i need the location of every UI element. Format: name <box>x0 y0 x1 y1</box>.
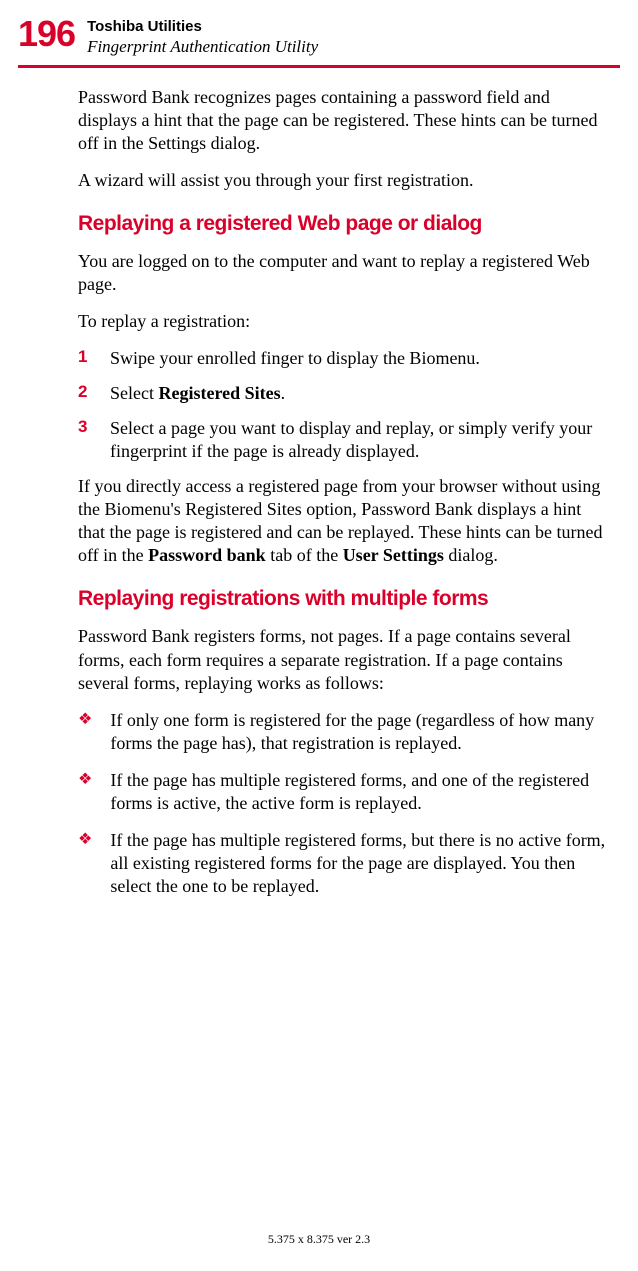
step-number: 1 <box>78 347 92 370</box>
step-item: 2 Select Registered Sites. <box>78 382 610 405</box>
bullet-item: ❖ If the page has multiple registered fo… <box>78 769 610 815</box>
chapter-title: Toshiba Utilities <box>87 18 318 35</box>
paragraph: To replay a registration: <box>78 310 610 333</box>
step-number: 3 <box>78 417 92 463</box>
section-subtitle: Fingerprint Authentication Utility <box>87 37 318 57</box>
page-header: 196 Toshiba Utilities Fingerprint Authen… <box>18 16 620 57</box>
step-item: 1 Swipe your enrolled finger to display … <box>78 347 610 370</box>
step-text: Swipe your enrolled finger to display th… <box>110 347 610 370</box>
step-item: 3 Select a page you want to display and … <box>78 417 610 463</box>
bold-text: Password bank <box>148 545 266 565</box>
step-number: 2 <box>78 382 92 405</box>
bullet-icon: ❖ <box>78 829 92 898</box>
bullet-item: ❖ If only one form is registered for the… <box>78 709 610 755</box>
page-number: 196 <box>18 16 75 52</box>
header-titles: Toshiba Utilities Fingerprint Authentica… <box>87 16 318 57</box>
header-divider <box>18 65 620 68</box>
bullet-text: If the page has multiple registered form… <box>110 769 610 815</box>
heading-replaying-multiple: Replaying registrations with multiple fo… <box>78 587 610 611</box>
page-content: Password Bank recognizes pages containin… <box>18 86 620 898</box>
paragraph: If you directly access a registered page… <box>78 475 610 567</box>
bullet-text: If the page has multiple registered form… <box>110 829 610 898</box>
page-footer: 5.375 x 8.375 ver 2.3 <box>0 1232 638 1247</box>
paragraph: A wizard will assist you through your fi… <box>78 169 610 192</box>
bold-text: User Settings <box>343 545 444 565</box>
paragraph: Password Bank registers forms, not pages… <box>78 625 610 694</box>
paragraph: You are logged on to the computer and wa… <box>78 250 610 296</box>
bullet-icon: ❖ <box>78 709 92 755</box>
bullet-text: If only one form is registered for the p… <box>110 709 610 755</box>
step-text: Select a page you want to display and re… <box>110 417 610 463</box>
bold-text: Registered Sites <box>158 383 280 403</box>
paragraph: Password Bank recognizes pages containin… <box>78 86 610 155</box>
bullet-icon: ❖ <box>78 769 92 815</box>
bullet-item: ❖ If the page has multiple registered fo… <box>78 829 610 898</box>
heading-replaying-web: Replaying a registered Web page or dialo… <box>78 212 610 236</box>
step-text: Select Registered Sites. <box>110 382 610 405</box>
